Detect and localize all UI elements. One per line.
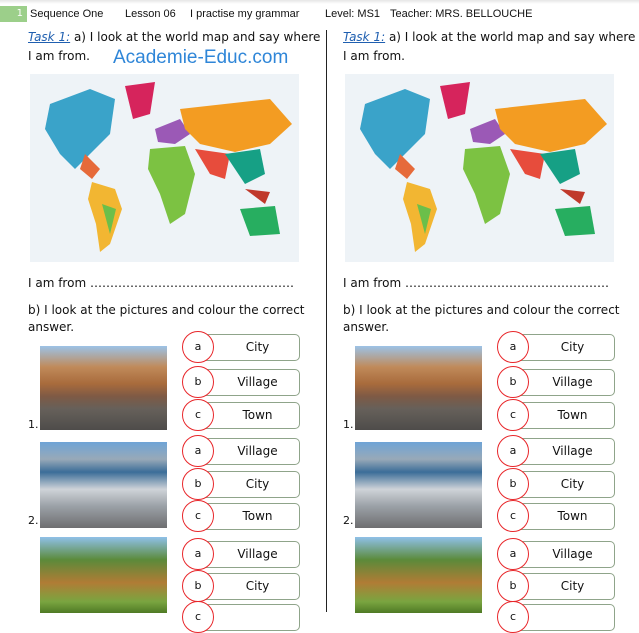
option-letter-circle[interactable]: b [182,366,214,398]
task-b-line1: b) I look at the pictures and colour the… [343,303,620,317]
answer-option[interactable]: a City [497,331,615,363]
answer-option[interactable]: a Village [497,435,615,467]
answer-option[interactable]: c Town [497,399,615,431]
coastal-city-photo [40,442,167,528]
option-letter-circle[interactable]: b [497,468,529,500]
worksheet-column: Task 1: a) I look at the world map and s… [28,0,328,633]
option-letter-circle[interactable]: c [182,399,214,431]
task-a-line2: I am from. [28,49,90,63]
task-a-line2: I am from. [343,49,405,63]
task-b-line1: b) I look at the pictures and colour the… [28,303,305,317]
town-street-photo [40,346,167,430]
option-letter-circle[interactable]: a [182,538,214,570]
option-text: Town [557,408,588,422]
option-text: Village [237,444,278,458]
task-b-line2: answer. [28,320,75,334]
option-text: City [560,477,585,491]
task-a-text: a) I look at the world map and say where [385,30,636,44]
question-number: 1. [28,418,39,431]
answer-option[interactable]: b Village [497,366,615,398]
answer-option[interactable]: b City [497,468,615,500]
option-letter-circle[interactable]: c [182,601,214,633]
world-map-image [30,74,299,262]
option-letter-circle[interactable]: b [182,468,214,500]
answer-option[interactable]: a Village [182,435,300,467]
option-letter-circle[interactable]: a [182,331,214,363]
option-text: City [245,579,270,593]
question-number: 2. [28,514,39,527]
option-letter-circle[interactable]: b [497,570,529,602]
answer-option[interactable]: c [497,601,615,633]
answer-option[interactable]: c Town [182,500,300,532]
page-number-badge: 1 [0,6,27,22]
option-text: Town [557,509,588,523]
countryside-village-photo [40,537,167,613]
option-text: Village [552,547,593,561]
option-letter-circle[interactable]: a [497,331,529,363]
option-text: City [560,340,585,354]
option-text: Village [237,547,278,561]
option-letter-circle[interactable]: a [182,435,214,467]
option-letter-circle[interactable]: c [497,399,529,431]
answer-option[interactable]: b City [182,570,300,602]
option-letter-circle[interactable]: a [497,435,529,467]
answer-option[interactable]: b City [497,570,615,602]
answer-option[interactable]: c [182,601,300,633]
i-am-from-line: I am from …………………………………………… [28,276,294,290]
option-text: City [245,340,270,354]
task-a-line1: Task 1: a) I look at the world map and s… [343,30,635,44]
option-text: City [560,579,585,593]
world-map-image [345,74,614,262]
option-letter-circle[interactable]: c [497,601,529,633]
option-text: City [245,477,270,491]
question-number: 2. [343,514,354,527]
option-text: Village [552,444,593,458]
watermark: Academie-Educ.com [113,47,289,68]
answer-option[interactable]: a Village [182,538,300,570]
option-letter-circle[interactable]: b [182,570,214,602]
countryside-village-photo [355,537,482,613]
answer-option[interactable]: c Town [182,399,300,431]
question-number: 1. [343,418,354,431]
option-letter-circle[interactable]: b [497,366,529,398]
answer-option[interactable]: c Town [497,500,615,532]
task-a-text: a) I look at the world map and say where [70,30,321,44]
option-letter-circle[interactable]: a [497,538,529,570]
task-label: Task 1: [343,30,386,44]
answer-option[interactable]: a Village [497,538,615,570]
task-b-line2: answer. [343,320,390,334]
worksheet-column: Task 1: a) I look at the world map and s… [343,0,639,633]
answer-option[interactable]: b City [182,468,300,500]
option-text: Town [242,408,273,422]
option-letter-circle[interactable]: c [182,500,214,532]
answer-option[interactable]: a City [182,331,300,363]
option-text: Town [242,509,273,523]
i-am-from-line: I am from …………………………………………… [343,276,609,290]
option-letter-circle[interactable]: c [497,500,529,532]
option-text: Village [237,375,278,389]
coastal-city-photo [355,442,482,528]
task-label: Task 1: [28,30,71,44]
task-a-line1: Task 1: a) I look at the world map and s… [28,30,320,44]
option-text: Village [552,375,593,389]
town-street-photo [355,346,482,430]
answer-option[interactable]: b Village [182,366,300,398]
